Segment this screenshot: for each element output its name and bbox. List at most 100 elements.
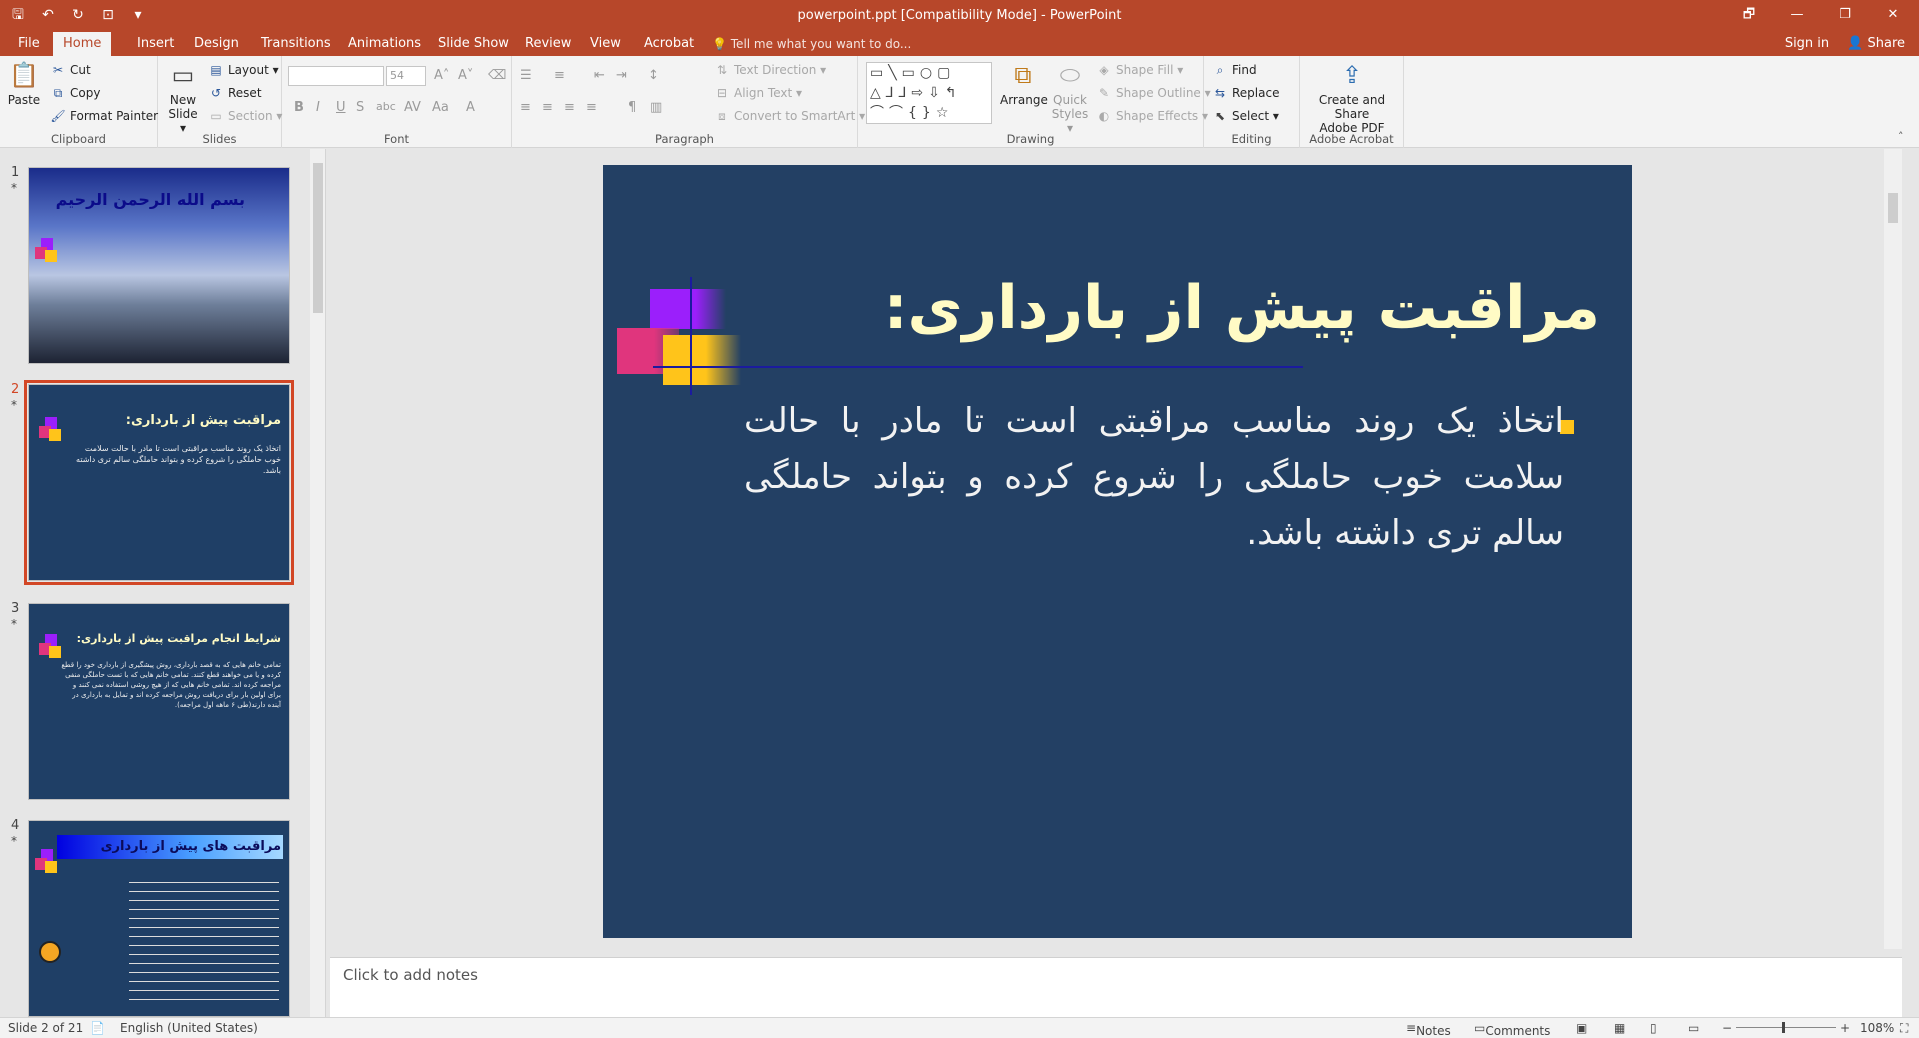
language-indicator[interactable]: English (United States) [120, 1021, 258, 1035]
fit-slide-icon[interactable]: ⛶ [1900, 1021, 1908, 1036]
animation-star-icon: * [11, 834, 17, 848]
align-right-icon[interactable]: ≡ [564, 100, 575, 115]
tab-review[interactable]: Review [515, 32, 581, 56]
drawing-group: ▭╲▭○▢ △⅃⅃⇨⇩↰ ⌒⌒{}☆ ⧉ Arrange ⬭ Quick Style… [858, 56, 1211, 148]
slide-scrollbar-thumb[interactable] [1888, 193, 1898, 223]
grow-font-icon[interactable]: A˄ [434, 68, 449, 83]
shape-outline-button[interactable]: ✎ Shape Outline ▾ [1096, 85, 1211, 101]
convert-smartart-button[interactable]: ⧈ Convert to SmartArt ▾ [714, 108, 865, 124]
window-controls: 🗗 — ❐ ✕ [1727, 2, 1915, 28]
change-case-icon[interactable]: Aa [432, 100, 449, 115]
cut-label: Cut [70, 63, 91, 77]
tab-acrobat[interactable]: Acrobat [634, 32, 704, 56]
underline-icon[interactable]: U [336, 100, 346, 115]
create-share-pdf-button[interactable]: ⇪ Create and Share Adobe PDF [1304, 60, 1400, 135]
zoom-in-icon[interactable]: + [1840, 1021, 1850, 1035]
shape-fill-button[interactable]: ◈ Shape Fill ▾ [1096, 62, 1183, 78]
character-spacing-icon[interactable]: AV [404, 100, 421, 115]
paste-button[interactable]: 📋 Paste [6, 60, 42, 107]
arrange-icon: ⧉ [1014, 61, 1032, 89]
numbering-icon[interactable]: ≡ [554, 68, 565, 83]
tab-transitions[interactable]: Transitions [251, 32, 341, 56]
shadow-icon[interactable]: S [356, 100, 364, 115]
zoom-out-icon[interactable]: − [1722, 1021, 1732, 1035]
tab-slide-show[interactable]: Slide Show [428, 32, 519, 56]
animation-star-icon: * [11, 398, 17, 412]
format-painter-button[interactable]: 🖌 Format Painter [50, 108, 158, 124]
increase-indent-icon[interactable]: ⇥ [616, 68, 627, 83]
strikethrough-icon[interactable]: abc [376, 100, 396, 113]
line-spacing-icon[interactable]: ↕ [648, 68, 659, 83]
text-direction-rtl-icon[interactable]: ¶ [628, 100, 636, 115]
section-button[interactable]: ▭ Section ▾ [208, 108, 282, 124]
slide-body-text[interactable]: اتخاذ یک روند مناسب مراقبتی است تا مادر … [744, 393, 1564, 561]
slide-canvas[interactable]: مراقبت پیش از بارداری: اتخاذ یک روند منا… [603, 165, 1632, 938]
tell-me-box[interactable]: 💡 Tell me what you want to do... [712, 32, 911, 56]
maximize-button[interactable]: ❐ [1823, 2, 1867, 28]
close-button[interactable]: ✕ [1871, 2, 1915, 28]
tab-insert[interactable]: Insert [127, 32, 184, 56]
comments-button[interactable]: ▭ Comments [1474, 1021, 1550, 1038]
decorative-horizontal-line [653, 366, 1303, 368]
decorative-square-purple [650, 289, 726, 329]
select-button[interactable]: ⬉ Select ▾ [1212, 108, 1279, 124]
new-slide-button[interactable]: ▭ New Slide ▾ [164, 60, 202, 135]
slide-sorter-icon[interactable]: ▦ [1614, 1021, 1625, 1035]
find-button[interactable]: ⌕ Find [1212, 62, 1257, 78]
reset-button[interactable]: ↺ Reset [208, 85, 262, 101]
scissors-icon: ✂ [52, 63, 64, 77]
align-left-icon[interactable]: ≡ [520, 100, 531, 115]
font-name-box[interactable] [288, 66, 384, 86]
slide-scrollbar[interactable] [1884, 149, 1902, 949]
font-size-box[interactable]: 54 [386, 66, 426, 86]
notes-button[interactable]: ≡ Notes [1406, 1021, 1451, 1038]
justify-icon[interactable]: ≡ [586, 100, 597, 115]
slide-title[interactable]: مراقبت پیش از بارداری: [884, 273, 1600, 343]
tab-animations[interactable]: Animations [338, 32, 431, 56]
bold-icon[interactable]: B [294, 100, 304, 115]
tab-home[interactable]: Home [53, 32, 112, 56]
shapes-gallery[interactable]: ▭╲▭○▢ △⅃⅃⇨⇩↰ ⌒⌒{}☆ [866, 62, 992, 124]
zoom-level[interactable]: 108% [1860, 1021, 1894, 1035]
thumbnail-title: مراقبت پیش از بارداری: [125, 413, 281, 428]
normal-view-icon[interactable]: ▣ [1576, 1021, 1587, 1035]
cut-button[interactable]: ✂ Cut [50, 62, 91, 78]
tab-design[interactable]: Design [184, 32, 249, 56]
layout-button[interactable]: ▤ Layout ▾ [208, 62, 278, 78]
collapse-ribbon-icon[interactable]: ˄ [1898, 130, 1904, 143]
align-text-button[interactable]: ⊟ Align Text ▾ [714, 85, 802, 101]
spell-check-icon[interactable]: 📄 [90, 1021, 105, 1035]
quick-styles-button[interactable]: ⬭ Quick Styles ▾ [1048, 60, 1092, 135]
minimize-button[interactable]: — [1775, 2, 1819, 28]
share-button[interactable]: 👤 Share [1847, 32, 1905, 56]
decrease-indent-icon[interactable]: ⇤ [594, 68, 605, 83]
thumbnail-image: مراقبت پیش از بارداری: اتخاذ یک روند منا… [24, 380, 294, 585]
sign-in-link[interactable]: Sign in [1785, 32, 1829, 56]
zoom-slider[interactable] [1736, 1027, 1836, 1028]
shape-fill-label: Shape Fill ▾ [1116, 63, 1184, 77]
columns-icon[interactable]: ▥ [650, 100, 662, 115]
tab-file[interactable]: File [8, 32, 50, 56]
arrange-button[interactable]: ⧉ Arrange [1000, 60, 1048, 107]
slide-show-icon[interactable]: ▭ [1688, 1021, 1699, 1035]
ribbon-display-options-button[interactable]: 🗗 [1727, 2, 1771, 28]
reading-view-icon[interactable]: ▯ [1650, 1021, 1657, 1035]
align-center-icon[interactable]: ≡ [542, 100, 553, 115]
replace-button[interactable]: ⇆ Replace [1212, 85, 1280, 101]
notes-pane[interactable]: Click to add notes [330, 957, 1902, 1017]
italic-icon[interactable]: I [316, 100, 320, 115]
thumbnail-scrollbar[interactable] [310, 149, 325, 1017]
bullets-icon[interactable]: ☰ [520, 68, 532, 83]
thumbnail-scrollbar-thumb[interactable] [313, 163, 323, 313]
animation-star-icon: * [11, 181, 17, 195]
shape-effects-button[interactable]: ◐ Shape Effects ▾ [1096, 108, 1208, 124]
clear-formatting-icon[interactable]: ⌫ [488, 68, 506, 83]
shrink-font-icon[interactable]: A˅ [458, 68, 473, 83]
font-color-icon[interactable]: A [466, 100, 475, 115]
text-direction-button[interactable]: ⇅ Text Direction ▾ [714, 62, 826, 78]
zoom-slider-thumb[interactable] [1782, 1022, 1785, 1033]
copy-button[interactable]: ⧉ Copy [50, 85, 101, 101]
decorative-squares [39, 417, 65, 443]
tab-view[interactable]: View [580, 32, 631, 56]
animation-star-icon: * [11, 617, 17, 631]
